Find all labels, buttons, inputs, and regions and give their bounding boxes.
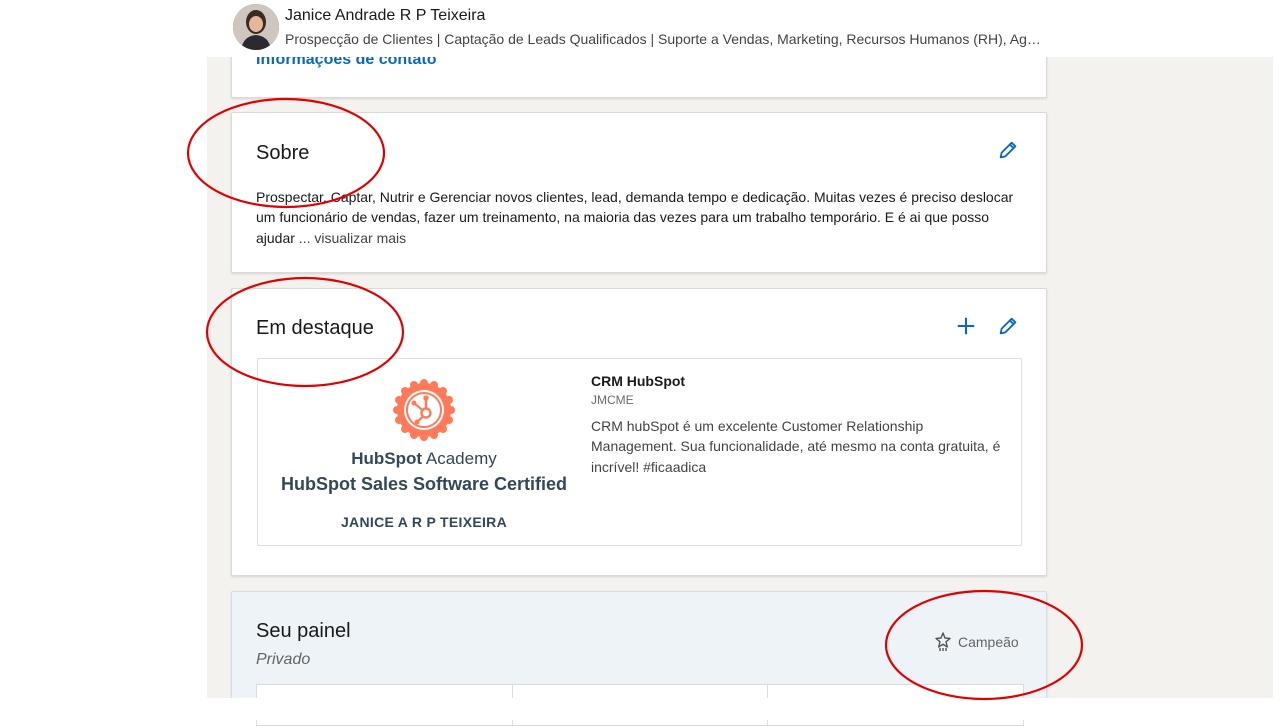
avatar[interactable] [233,4,279,50]
plus-icon [957,317,975,335]
featured-card: Em destaque HubSpot Academy HubSpot Sale… [231,288,1047,576]
slide-bottom-margin [0,698,1280,720]
featured-title: Em destaque [256,317,374,339]
edit-featured-button[interactable] [994,312,1022,340]
about-text: Prospectar, Captar, Nutrir e Gerenciar n… [256,187,1026,248]
featured-item-description: CRM hubSpot é um excelente Customer Rela… [591,418,1001,475]
pencil-icon [999,141,1017,159]
hubspot-sprocket-icon [391,377,457,448]
champion-label: Campeão [958,634,1019,650]
pencil-icon [999,317,1017,335]
profile-headline: Prospecção de Clientes | Captação de Lea… [285,31,1045,47]
champion-badge[interactable]: Campeão [935,632,1019,652]
star-icon [935,632,951,651]
see-more-link[interactable]: ... visualizar mais [299,230,406,246]
dashboard-subtitle: Privado [256,651,311,668]
add-featured-button[interactable] [952,312,980,340]
featured-item[interactable]: HubSpot Academy HubSpot Sales Software C… [257,358,1022,546]
hubspot-academy-logo: HubSpot Academy [351,449,497,468]
edit-about-button[interactable] [994,136,1022,164]
about-card: Sobre Prospectar, Captar, Nutrir e Geren… [231,112,1047,273]
certification-title: HubSpot Sales Software Certified [280,474,568,494]
dashboard-card: Seu painel Privado Campeão [231,591,1047,726]
certificate-holder: JANICE A R P TEIXEIRA [340,514,508,530]
profile-name: Janice Andrade R P Teixeira [285,7,486,24]
dashboard-title: Seu painel [256,620,351,642]
featured-item-subtitle: JMCME [591,393,634,407]
about-title: Sobre [256,142,310,164]
featured-item-title: CRM HubSpot [591,373,686,389]
